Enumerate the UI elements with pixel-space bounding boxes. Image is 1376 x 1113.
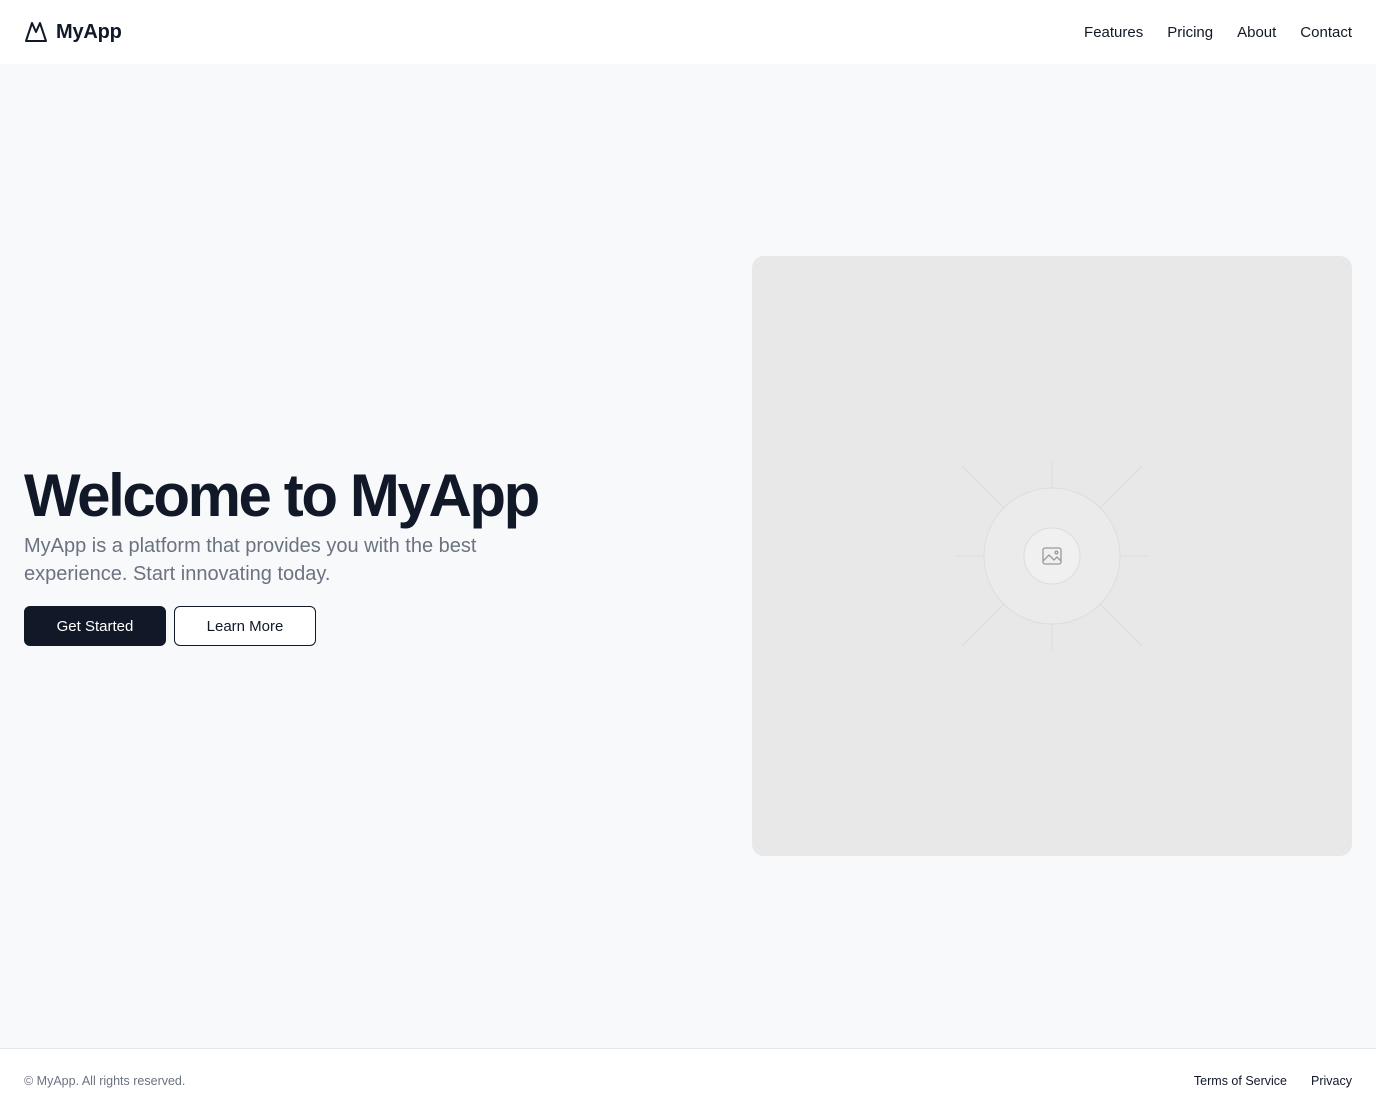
main-nav: Features Pricing About Contact (1084, 24, 1352, 41)
nav-link-contact[interactable]: Contact (1300, 24, 1352, 41)
top-navbar: MyApp Features Pricing About Contact (0, 0, 1376, 64)
get-started-button[interactable]: Get Started (24, 606, 166, 646)
nav-link-pricing[interactable]: Pricing (1167, 24, 1213, 41)
brand[interactable]: MyApp (24, 20, 122, 44)
hero-section: Welcome to MyApp MyApp is a platform tha… (0, 64, 1376, 1048)
mountain-logo-icon (25, 22, 47, 42)
footer-link-terms[interactable]: Terms of Service (1194, 1074, 1287, 1088)
footer-link-privacy[interactable]: Privacy (1311, 1074, 1352, 1088)
learn-more-button[interactable]: Learn More (174, 606, 316, 646)
hero-subtitle: MyApp is a platform that provides you wi… (24, 535, 477, 585)
image-placeholder-graphic (957, 461, 1147, 651)
hero-text: Welcome to MyApp MyApp is a platform tha… (24, 464, 644, 646)
nav-link-features[interactable]: Features (1084, 24, 1143, 41)
hero-actions: Get Started Learn More (24, 606, 644, 646)
brand-name: MyApp (56, 20, 122, 43)
hero-image-placeholder (752, 256, 1352, 856)
site-footer: © MyApp. All rights reserved. Terms of S… (0, 1048, 1376, 1113)
copyright-text: © MyApp. All rights reserved. (24, 1074, 186, 1088)
hero-title: Welcome to MyApp (24, 462, 540, 529)
footer-links: Terms of Service Privacy (1194, 1074, 1352, 1088)
nav-link-about[interactable]: About (1237, 24, 1276, 41)
